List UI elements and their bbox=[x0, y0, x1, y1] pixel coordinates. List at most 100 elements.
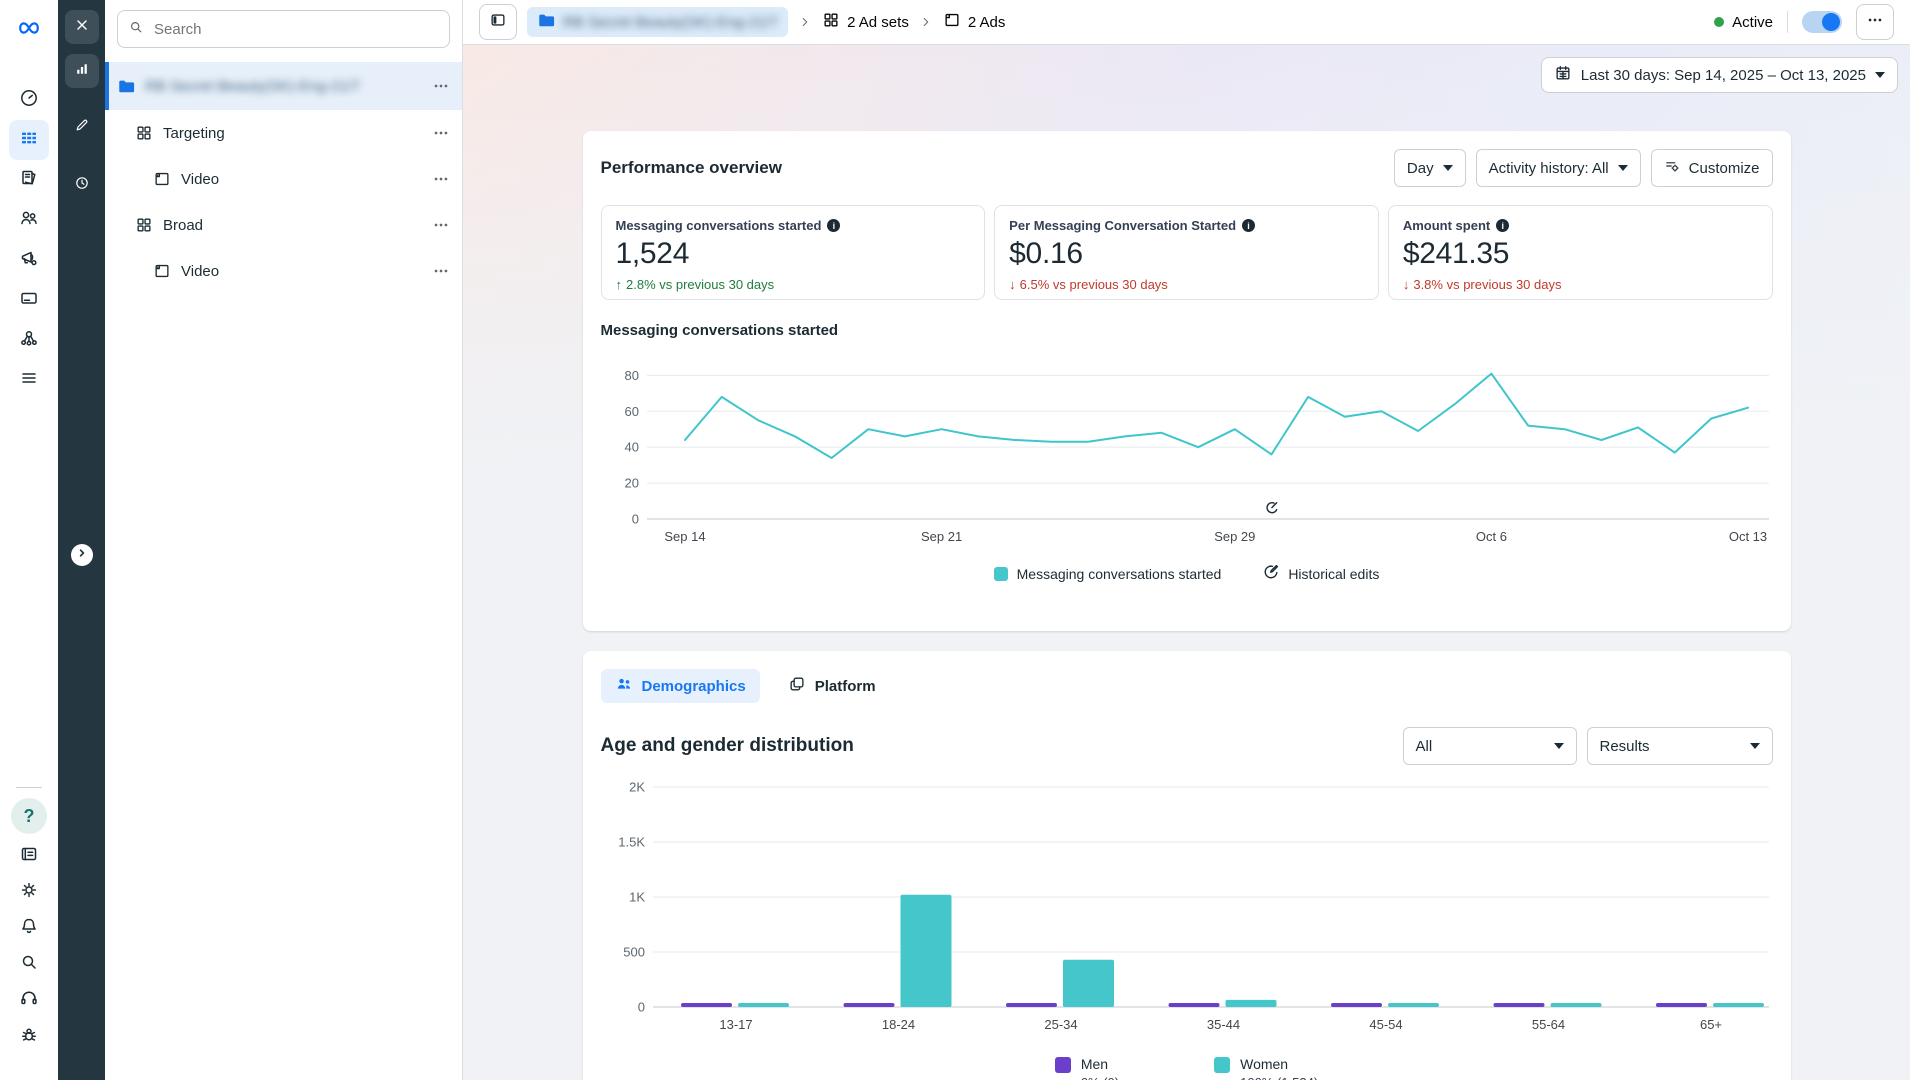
age-gender-bar-chart[interactable]: 05001K1.5K2K13-1718-2425-3435-4445-5455-… bbox=[601, 779, 1773, 1037]
sidebar-item-audiences[interactable] bbox=[9, 200, 49, 240]
people-icon bbox=[19, 208, 39, 233]
content-scroll-area[interactable]: Last 30 days: Sep 14, 2025 – Oct 13, 202… bbox=[463, 45, 1910, 1080]
customize-icon bbox=[1664, 158, 1680, 178]
sidebar-item-pages[interactable] bbox=[9, 160, 49, 200]
chevron-right-icon bbox=[75, 546, 89, 565]
campaign-options-button[interactable] bbox=[432, 77, 450, 95]
legend-name: Men bbox=[1081, 1056, 1119, 1072]
ad-name: Video bbox=[181, 171, 219, 188]
notifications-button[interactable] bbox=[9, 910, 49, 946]
adset-options-button[interactable] bbox=[432, 124, 450, 142]
breadcrumb-adsets[interactable]: 2 Ad sets bbox=[822, 11, 909, 33]
expand-panel-button[interactable] bbox=[71, 544, 93, 566]
svg-text:18-24: 18-24 bbox=[881, 1017, 914, 1032]
svg-text:80: 80 bbox=[624, 368, 638, 383]
clock-icon bbox=[74, 175, 90, 196]
tree-item-adset-targeting[interactable]: Targeting bbox=[105, 110, 462, 156]
tree-item-campaign[interactable]: RB Secret Beauty(SK)-Eng-21/7 bbox=[105, 62, 462, 110]
credit-card-icon bbox=[19, 288, 39, 313]
toggle-sidebar-button[interactable] bbox=[479, 4, 517, 40]
tree-item-ad-video-1[interactable]: Video bbox=[105, 156, 462, 202]
meta-logo-icon[interactable] bbox=[9, 8, 49, 48]
breakdown-dropdown[interactable]: Day bbox=[1394, 149, 1466, 187]
activity-history-dropdown[interactable]: Activity history: All bbox=[1476, 149, 1641, 187]
svg-text:500: 500 bbox=[623, 945, 645, 960]
sidebar-item-assets[interactable] bbox=[9, 320, 49, 360]
sidebar-toggle-icon bbox=[489, 11, 507, 34]
svg-text:Sep 14: Sep 14 bbox=[664, 529, 705, 544]
more-options-button[interactable] bbox=[1856, 4, 1894, 40]
svg-text:0: 0 bbox=[637, 1000, 644, 1015]
search-tool-button[interactable] bbox=[9, 946, 49, 982]
pages-icon bbox=[19, 168, 39, 193]
sidebar-item-overview[interactable] bbox=[9, 80, 49, 120]
tab-platform[interactable]: Platform bbox=[774, 669, 890, 703]
metric-value: 1,524 bbox=[616, 237, 971, 271]
support-button[interactable] bbox=[9, 982, 49, 1018]
adset-grid-icon bbox=[135, 216, 153, 234]
messaging-conversations-line-chart[interactable]: 020406080Sep 14Sep 21Sep 29Oct 6Oct 13 bbox=[601, 349, 1773, 547]
charts-panel-button[interactable] bbox=[65, 54, 99, 88]
ad-options-button[interactable] bbox=[432, 170, 450, 188]
sidebar-search[interactable] bbox=[117, 10, 450, 48]
caret-down-icon bbox=[1875, 72, 1885, 78]
ad-options-button[interactable] bbox=[432, 262, 450, 280]
info-icon[interactable] bbox=[1496, 219, 1509, 232]
svg-text:0: 0 bbox=[631, 512, 638, 527]
customize-label: Customize bbox=[1689, 160, 1760, 177]
folder-icon bbox=[537, 11, 555, 34]
bug-icon bbox=[19, 1024, 39, 1049]
legend-swatch-purple bbox=[1055, 1057, 1071, 1073]
sidebar-item-all-tools[interactable] bbox=[9, 360, 49, 400]
sidebar-item-campaigns[interactable] bbox=[9, 120, 49, 160]
svg-text:60: 60 bbox=[624, 404, 638, 419]
report-bug-button[interactable] bbox=[9, 1018, 49, 1054]
adset-grid-icon bbox=[822, 11, 840, 33]
bar-chart-icon bbox=[74, 61, 90, 82]
pencil-icon bbox=[74, 117, 90, 138]
age-gender-heading: Age and gender distribution bbox=[601, 735, 854, 757]
info-icon[interactable] bbox=[827, 219, 840, 232]
settings-button[interactable] bbox=[9, 874, 49, 910]
legend-men: Men 0% (0) bbox=[1055, 1056, 1119, 1080]
breadcrumb-campaign[interactable]: RB Secret Beauty(SK)-Eng-21/7 bbox=[527, 7, 788, 37]
breadcrumb-ads[interactable]: 2 Ads bbox=[943, 11, 1006, 33]
svg-text:45-54: 45-54 bbox=[1369, 1017, 1402, 1032]
tab-demographics[interactable]: Demographics bbox=[601, 669, 760, 703]
legend-label: Historical edits bbox=[1288, 566, 1379, 582]
date-range-button[interactable]: Last 30 days: Sep 14, 2025 – Oct 13, 202… bbox=[1541, 57, 1898, 93]
info-icon[interactable] bbox=[1242, 219, 1255, 232]
legend-label: Messaging conversations started bbox=[1017, 566, 1222, 582]
sidebar-item-billing[interactable] bbox=[9, 280, 49, 320]
svg-text:Sep 29: Sep 29 bbox=[1214, 529, 1255, 544]
metric-filter-dropdown[interactable]: Results bbox=[1587, 727, 1773, 765]
metric-card-amount-spent: Amount spent $241.35 ↓3.8% vs previous 3… bbox=[1388, 205, 1773, 300]
breadcrumb-campaign-name: RB Secret Beauty(SK)-Eng-21/7 bbox=[563, 14, 778, 31]
legend-swatch-teal bbox=[1214, 1057, 1230, 1073]
metric-value: $0.16 bbox=[1009, 237, 1364, 271]
gender-filter-dropdown[interactable]: All bbox=[1403, 727, 1577, 765]
ad-frame-icon bbox=[153, 170, 171, 188]
ellipsis-icon bbox=[1866, 11, 1884, 34]
folder-icon bbox=[117, 77, 135, 95]
sidebar-item-ads[interactable] bbox=[9, 240, 49, 280]
tree-item-ad-video-2[interactable]: Video bbox=[105, 248, 462, 294]
gender-filter-value: All bbox=[1416, 738, 1433, 755]
help-button[interactable]: ? bbox=[11, 798, 47, 834]
active-toggle[interactable] bbox=[1802, 11, 1842, 33]
svg-text:55-64: 55-64 bbox=[1531, 1017, 1564, 1032]
updates-button[interactable] bbox=[9, 838, 49, 874]
edit-panel-button[interactable] bbox=[65, 110, 99, 144]
metric-card-cost-per-conversation: Per Messaging Conversation Started $0.16… bbox=[994, 205, 1379, 300]
magnifier-icon bbox=[19, 952, 39, 977]
caret-down-icon bbox=[1554, 743, 1564, 749]
search-input[interactable] bbox=[152, 20, 439, 39]
legend-women: Women 100% (1,524) bbox=[1214, 1056, 1318, 1080]
tree-item-adset-broad[interactable]: Broad bbox=[105, 202, 462, 248]
legend-historical-edits: Historical edits bbox=[1263, 564, 1379, 583]
history-panel-button[interactable] bbox=[65, 168, 99, 202]
close-panel-button[interactable] bbox=[65, 10, 99, 44]
svg-text:Oct 6: Oct 6 bbox=[1475, 529, 1506, 544]
customize-button[interactable]: Customize bbox=[1651, 149, 1773, 187]
adset-options-button[interactable] bbox=[432, 216, 450, 234]
